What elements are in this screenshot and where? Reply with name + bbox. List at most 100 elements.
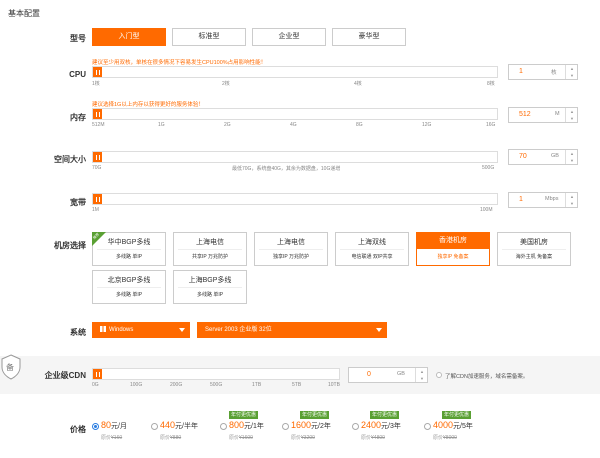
cpu-stepper[interactable]: ▲ ▼ xyxy=(565,65,577,79)
type-button-enterprise[interactable]: 企业型 xyxy=(252,28,326,46)
cpu-tick: 8核 xyxy=(487,81,495,87)
chevron-down-icon[interactable]: ▼ xyxy=(416,375,428,382)
chevron-up-icon[interactable]: ▲ xyxy=(566,65,578,72)
memory-tick: 4G xyxy=(290,122,297,128)
room-title: 上海双线 xyxy=(358,239,386,246)
room-card-shanghai-dual[interactable]: 上海双线 电信联通 双IP共享 xyxy=(335,232,409,266)
windows-icon xyxy=(100,326,106,332)
type-button-luxury[interactable]: 豪华型 xyxy=(332,28,406,46)
cpu-slider-handle[interactable] xyxy=(93,67,102,77)
bandwidth-slider-handle[interactable] xyxy=(93,194,102,204)
room-sub: 独享IP 万兆防护 xyxy=(272,254,310,260)
room-card-huazhong-bgp[interactable]: 华中BGP多线 多线路 单IP 推荐 xyxy=(92,232,166,266)
price-old-3year: 原价¥4800 xyxy=(361,435,385,441)
price-monthly[interactable]: 80元/月 xyxy=(101,420,127,431)
chevron-up-icon[interactable]: ▲ xyxy=(566,108,578,115)
bandwidth-spinner[interactable]: 1 Mbps ▲ ▼ xyxy=(508,192,578,208)
price-radio-3year[interactable] xyxy=(352,423,359,430)
seal-text: 备 xyxy=(6,363,14,372)
price-label: 价格 xyxy=(70,425,86,434)
cdn-unit: GB xyxy=(397,371,405,377)
promo-badge: 年付更优惠 xyxy=(229,411,259,419)
memory-slider-handle[interactable] xyxy=(93,109,102,119)
chevron-down-icon[interactable]: ▼ xyxy=(566,200,578,207)
cpu-value: 1 xyxy=(519,68,523,75)
price-num: 80 xyxy=(101,420,112,430)
memory-ticks: 512M 1G 2G 4G 8G 12G 16G xyxy=(92,122,498,130)
cdn-note: 了解CDN加速服务，域名需备案。 xyxy=(445,374,529,380)
price-3year[interactable]: 2400元/3年 xyxy=(361,420,401,431)
memory-slider[interactable] xyxy=(92,108,498,120)
price-radio-halfyear[interactable] xyxy=(151,423,158,430)
cdn-info-checkbox[interactable] xyxy=(436,372,442,378)
price-halfyear[interactable]: 440元/半年 xyxy=(160,420,198,431)
room-label: 机房选择 xyxy=(54,241,86,250)
cdn-tick: 1TB xyxy=(252,382,262,388)
memory-stepper[interactable]: ▲ ▼ xyxy=(565,108,577,122)
memory-spinner[interactable]: 512 M ▲ ▼ xyxy=(508,107,578,123)
cpu-hint: 建议至少用双核，单核在很多情况下容易发生CPU100%占用影响性能！ xyxy=(92,60,267,66)
price-1year[interactable]: 800元/1年 xyxy=(229,420,264,431)
type-button-entry[interactable]: 入门型 xyxy=(92,28,166,46)
space-spinner[interactable]: 70 GB ▲ ▼ xyxy=(508,149,578,165)
cdn-tick: 100G xyxy=(130,382,143,388)
cdn-stepper[interactable]: ▲ ▼ xyxy=(415,368,427,382)
chevron-up-icon[interactable]: ▲ xyxy=(566,193,578,200)
system-label: 系统 xyxy=(70,328,86,337)
price-radio-2year[interactable] xyxy=(282,423,289,430)
space-unit: GB xyxy=(551,153,559,159)
section-title: 基本配置 xyxy=(8,9,40,18)
cdn-value: 0 xyxy=(367,371,371,378)
price-radio-1year[interactable] xyxy=(220,423,227,430)
price-unit: 元/月 xyxy=(111,423,127,430)
room-sub: 多线路 单IP xyxy=(196,292,224,298)
price-5year[interactable]: 4000元/5年 xyxy=(433,420,473,431)
price-radio-5year[interactable] xyxy=(424,423,431,430)
os-select[interactable]: Windows xyxy=(92,322,190,338)
price-2year[interactable]: 1600元/2年 xyxy=(291,420,331,431)
cpu-tick: 4核 xyxy=(354,81,362,87)
cdn-slider-handle[interactable] xyxy=(93,369,102,379)
cpu-spinner[interactable]: 1 核 ▲ ▼ xyxy=(508,64,578,80)
memory-tick: 1G xyxy=(158,122,165,128)
type-label: 型号 xyxy=(70,34,86,43)
room-card-shanghai-telecom-shared[interactable]: 上海电信 共享IP 万兆防护 xyxy=(173,232,247,266)
promo-badge: 年付更优惠 xyxy=(442,411,472,419)
os-version-select[interactable]: Server 2003 企业版 32位 xyxy=(197,322,387,338)
price-unit: 元/2年 xyxy=(311,423,331,430)
bandwidth-stepper[interactable]: ▲ ▼ xyxy=(565,193,577,207)
type-button-standard[interactable]: 标准型 xyxy=(172,28,246,46)
price-radio-monthly[interactable] xyxy=(92,423,99,430)
room-card-hongkong[interactable]: 香港机房 独享IP 免备案 xyxy=(416,232,490,266)
room-title: 上海BGP多线 xyxy=(188,277,232,284)
room-title: 上海电信 xyxy=(196,239,224,246)
chevron-down-icon[interactable]: ▼ xyxy=(566,157,578,164)
chevron-down-icon[interactable]: ▼ xyxy=(566,115,578,122)
memory-tick: 16G xyxy=(486,122,496,128)
cdn-tick: 10TB xyxy=(328,382,340,388)
memory-value: 512 xyxy=(519,111,531,118)
cdn-slider[interactable] xyxy=(92,368,340,380)
bandwidth-slider[interactable] xyxy=(92,193,498,205)
memory-unit: M xyxy=(555,111,560,117)
cpu-ticks: 1核 2核 4核 8核 xyxy=(92,80,498,88)
room-card-usa[interactable]: 美国机房 海外主机 免备案 xyxy=(497,232,571,266)
price-num: 1600 xyxy=(291,420,312,430)
price-num: 4000 xyxy=(433,420,454,430)
space-tick: 70G xyxy=(92,165,102,171)
chevron-up-icon[interactable]: ▲ xyxy=(416,368,428,375)
price-num: 800 xyxy=(229,420,245,430)
cpu-slider[interactable] xyxy=(92,66,498,78)
room-card-shanghai-telecom-dedicated[interactable]: 上海电信 独享IP 万兆防护 xyxy=(254,232,328,266)
room-card-beijing-bgp[interactable]: 北京BGP多线 多线路 单IP xyxy=(92,270,166,304)
chevron-up-icon[interactable]: ▲ xyxy=(566,150,578,157)
promo-badge: 年付更优惠 xyxy=(300,411,330,419)
chevron-down-icon[interactable]: ▼ xyxy=(566,72,578,79)
space-stepper[interactable]: ▲ ▼ xyxy=(565,150,577,164)
room-sub: 多线路 单IP xyxy=(115,254,143,260)
space-slider[interactable] xyxy=(92,151,498,163)
cpu-label: CPU xyxy=(69,70,86,79)
cdn-spinner[interactable]: 0 GB ▲ ▼ xyxy=(348,367,428,383)
room-card-shanghai-bgp[interactable]: 上海BGP多线 多线路 单IP xyxy=(173,270,247,304)
space-slider-handle[interactable] xyxy=(93,152,102,162)
